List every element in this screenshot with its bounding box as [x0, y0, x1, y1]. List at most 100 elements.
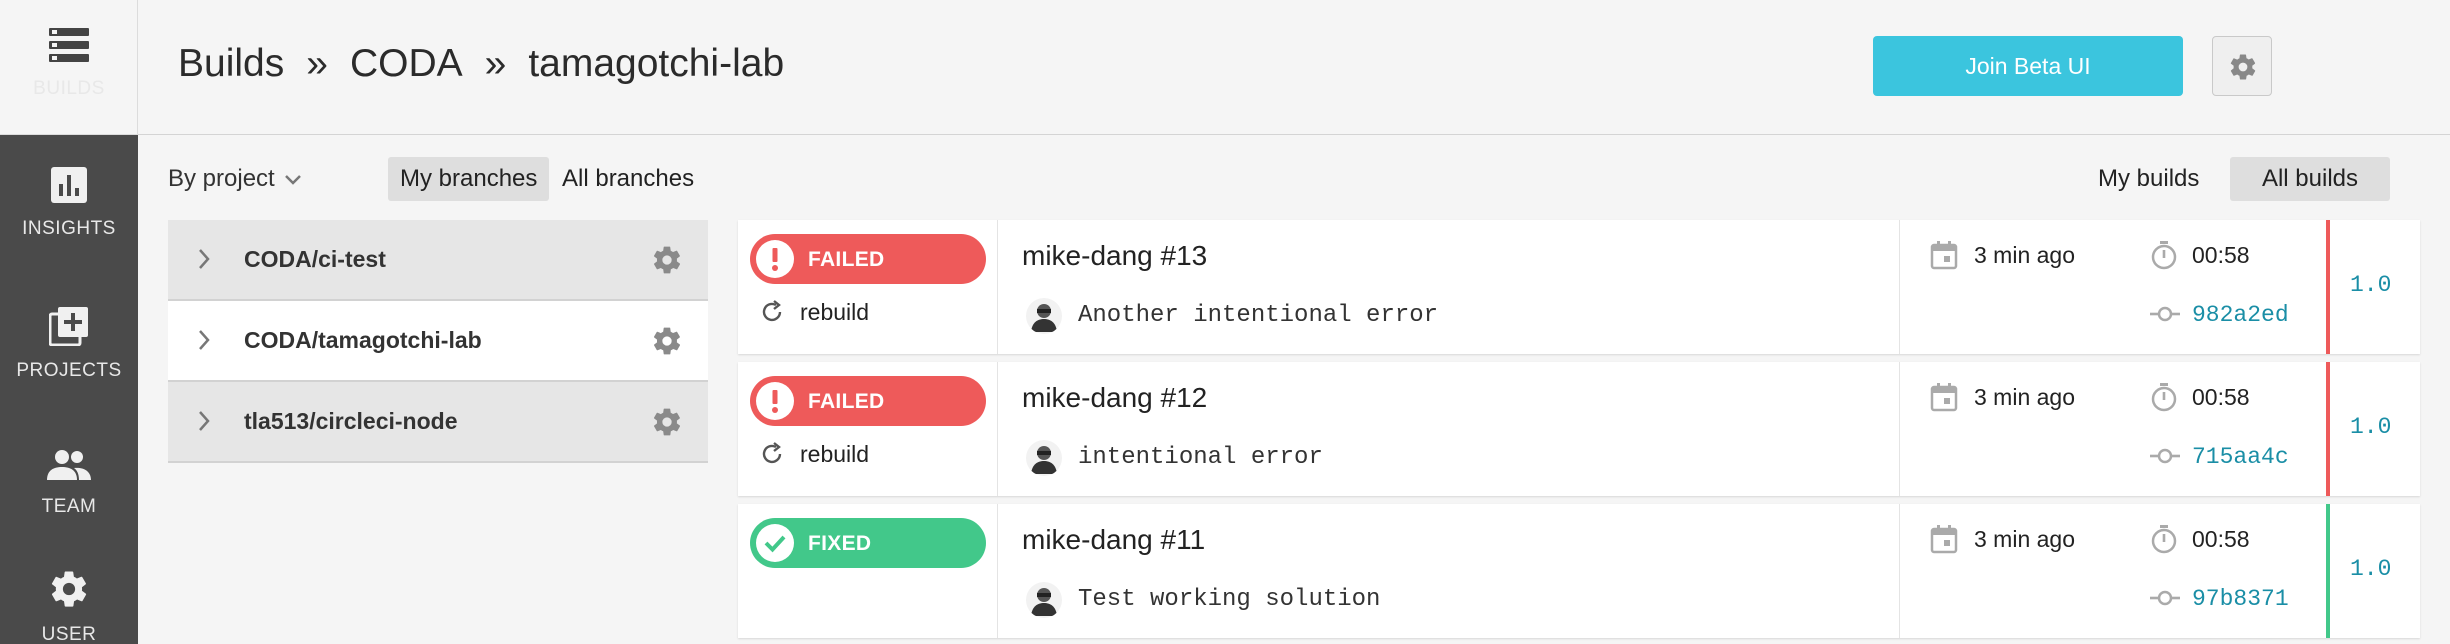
- builds-icon: [49, 28, 89, 62]
- by-project-label: By project: [168, 165, 275, 192]
- commit-hash-link[interactable]: 982a2ed: [2192, 302, 2289, 328]
- breadcrumb-builds[interactable]: Builds: [178, 42, 284, 86]
- build-info-column: mike-dang #11 Test working solution: [998, 504, 1900, 638]
- by-project-dropdown[interactable]: By project: [168, 165, 303, 193]
- nav-item-builds[interactable]: BUILDS: [0, 0, 138, 135]
- commit-message: Test working solution: [1078, 586, 1381, 613]
- build-duration-text: 00:58: [2192, 242, 2250, 268]
- build-title[interactable]: mike-dang #12: [1022, 382, 1207, 414]
- nav-label-user: USER: [41, 624, 97, 644]
- project-item[interactable]: CODA/tamagotchi-lab: [168, 301, 708, 382]
- commit-icon: [2150, 306, 2180, 322]
- rebuild-button[interactable]: rebuild: [758, 440, 869, 468]
- breadcrumb-separator: »: [484, 42, 507, 85]
- status-badge[interactable]: FAILED: [750, 234, 986, 284]
- build-meta-column: 3 min ago 00:58 715aa4c: [1900, 362, 2326, 496]
- nav-label-builds: BUILDS: [33, 78, 105, 99]
- commit-icon: [2150, 448, 2180, 464]
- stopwatch-icon: [2151, 383, 2177, 412]
- join-beta-button[interactable]: Join Beta UI: [1873, 36, 2183, 96]
- breadcrumb-separator: »: [306, 42, 328, 85]
- rebuild-label: rebuild: [800, 299, 870, 325]
- build-time-text: 3 min ago: [1974, 526, 2076, 552]
- nav-item-user[interactable]: USER: [0, 568, 138, 644]
- build-version: 1.0: [2326, 504, 2420, 638]
- nav-item-team[interactable]: TEAM: [0, 448, 138, 518]
- breadcrumb-project[interactable]: tamagotchi-lab: [528, 42, 784, 86]
- all-builds-toggle[interactable]: All builds: [2230, 157, 2390, 201]
- build-duration-text: 00:58: [2192, 384, 2250, 410]
- build-duration-text: 00:58: [2192, 526, 2250, 552]
- nav-item-insights[interactable]: INSIGHTS: [0, 166, 138, 240]
- chevron-right-icon: [199, 411, 210, 431]
- version-link[interactable]: 1.0: [2350, 556, 2391, 582]
- project-settings-icon[interactable]: [651, 325, 683, 357]
- commit-message: intentional error: [1078, 444, 1323, 471]
- build-status-column: FIXED: [738, 504, 998, 638]
- build-status-column: FAILED rebuild: [738, 220, 998, 354]
- status-badge[interactable]: FAILED: [750, 376, 986, 426]
- avatar: [1026, 440, 1062, 476]
- breadcrumb-org[interactable]: CODA: [350, 42, 463, 86]
- status-label: FAILED: [808, 390, 885, 413]
- calendar-icon: [1930, 241, 1958, 270]
- add-project-icon: [49, 307, 88, 346]
- all-branches-toggle[interactable]: All branches: [550, 157, 706, 201]
- commit-icon: [2150, 590, 2180, 606]
- page-header: Builds » CODA » tamagotchi-lab Join Beta UI: [138, 0, 2450, 135]
- calendar-icon: [1930, 525, 1958, 554]
- build-row[interactable]: FAILED rebuild mike-dang #13 Another int…: [738, 220, 2420, 354]
- project-name: CODA/ci-test: [244, 246, 386, 272]
- commit-hash-link[interactable]: 715aa4c: [2192, 444, 2289, 470]
- build-info-column: mike-dang #12 intentional error: [998, 362, 1900, 496]
- my-builds-toggle[interactable]: My builds: [2086, 157, 2211, 201]
- user-settings-icon: [51, 571, 87, 607]
- stopwatch-icon: [2151, 241, 2177, 270]
- alert-icon: [756, 240, 794, 278]
- build-row[interactable]: FIXED mike-dang #11 Test working solutio…: [738, 504, 2420, 638]
- build-title[interactable]: mike-dang #13: [1022, 240, 1207, 272]
- build-info-column: mike-dang #13 Another intentional error: [998, 220, 1900, 354]
- build-row[interactable]: FAILED rebuild mike-dang #12 intentional…: [738, 362, 2420, 496]
- status-badge[interactable]: FIXED: [750, 518, 986, 568]
- commit-hash-link[interactable]: 97b8371: [2192, 586, 2289, 612]
- nav-label-projects: PROJECTS: [16, 360, 122, 381]
- build-version: 1.0: [2326, 220, 2420, 354]
- chevron-right-icon: [199, 330, 210, 350]
- my-branches-toggle[interactable]: My branches: [388, 157, 550, 201]
- nav-label-team: TEAM: [41, 496, 97, 517]
- project-settings-icon[interactable]: [651, 244, 683, 276]
- project-settings-icon[interactable]: [651, 406, 683, 438]
- refresh-icon: [762, 300, 782, 322]
- refresh-icon: [762, 442, 782, 464]
- build-time-text: 3 min ago: [1974, 242, 2076, 268]
- nav-item-projects[interactable]: PROJECTS: [0, 306, 138, 382]
- calendar-icon: [1930, 383, 1958, 412]
- build-status-column: FAILED rebuild: [738, 362, 998, 496]
- settings-button[interactable]: [2212, 36, 2272, 96]
- check-icon: [756, 524, 794, 562]
- stopwatch-icon: [2151, 525, 2177, 554]
- insights-icon: [51, 167, 87, 203]
- left-nav: BUILDS INSIGHTS PROJECTS TEAM USER: [0, 0, 138, 644]
- status-label: FIXED: [808, 532, 872, 555]
- project-item[interactable]: CODA/ci-test: [168, 220, 708, 301]
- status-label: FAILED: [808, 248, 885, 271]
- avatar: [1026, 298, 1062, 334]
- version-link[interactable]: 1.0: [2350, 272, 2391, 298]
- build-title[interactable]: mike-dang #11: [1022, 524, 1205, 556]
- build-list: FAILED rebuild mike-dang #13 Another int…: [738, 220, 2420, 644]
- team-icon: [47, 450, 91, 480]
- nav-label-insights: INSIGHTS: [22, 218, 116, 239]
- rebuild-label: rebuild: [800, 441, 870, 467]
- filter-row: By project My branches All branches My b…: [138, 135, 2450, 220]
- version-link[interactable]: 1.0: [2350, 414, 2391, 440]
- alert-icon: [756, 382, 794, 420]
- rebuild-button[interactable]: rebuild: [758, 298, 869, 326]
- project-list: CODA/ci-test CODA/tamagotchi-lab tla513/…: [168, 220, 708, 463]
- commit-message: Another intentional error: [1078, 302, 1439, 329]
- chevron-down-icon: [284, 174, 301, 185]
- avatar: [1026, 582, 1062, 618]
- project-name: CODA/tamagotchi-lab: [244, 327, 482, 353]
- project-item[interactable]: tla513/circleci-node: [168, 382, 708, 463]
